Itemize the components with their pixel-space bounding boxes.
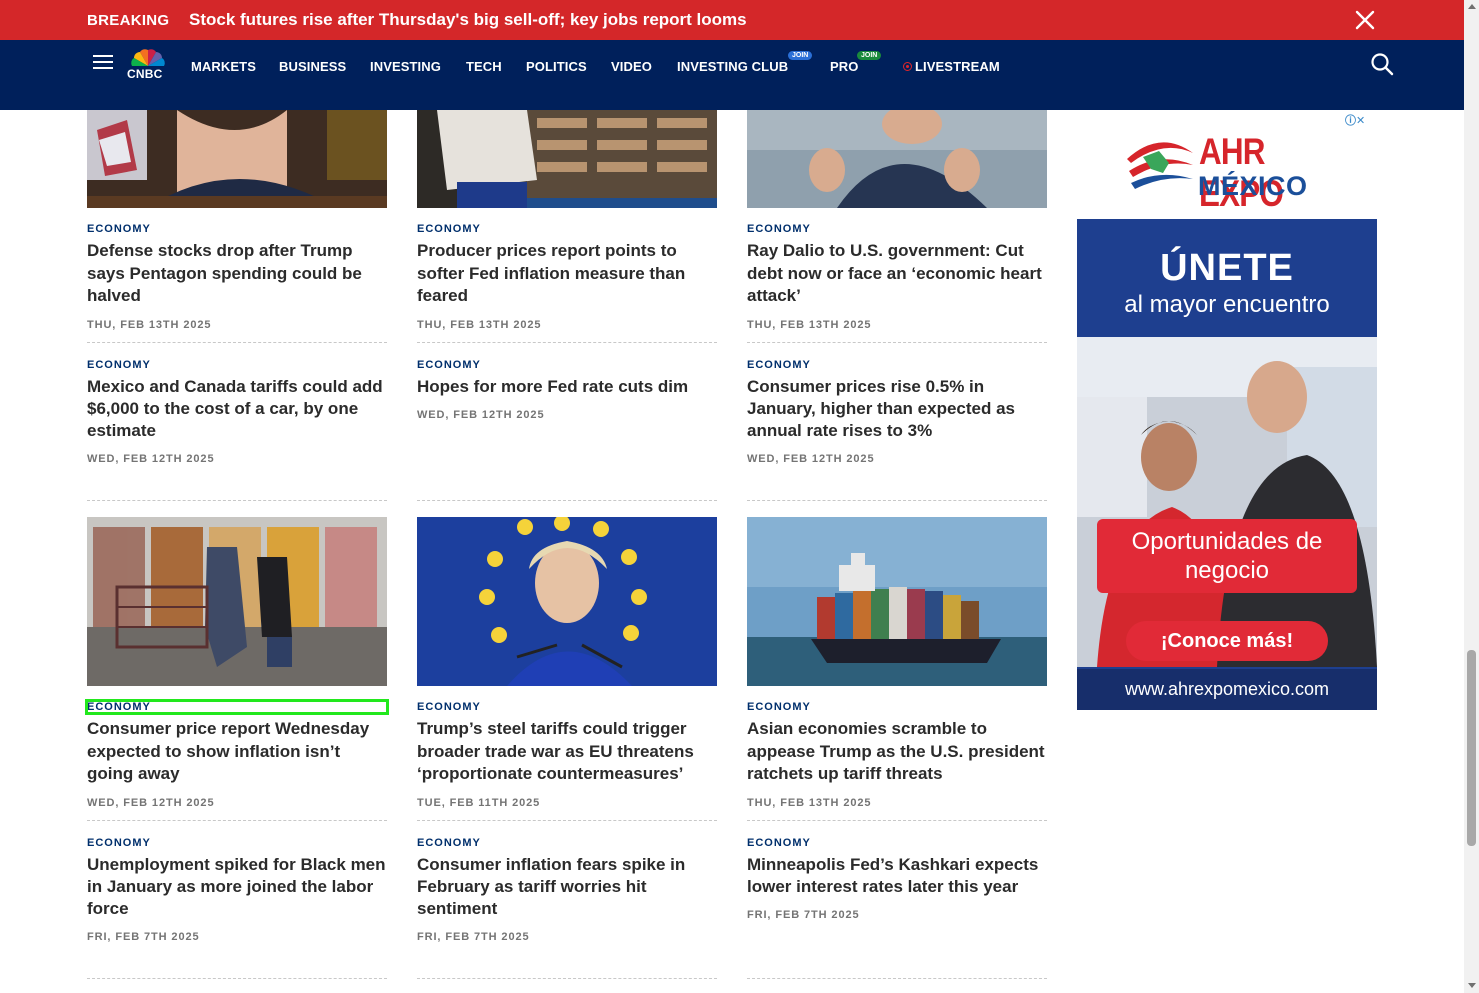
article-date: FRI, FEB 7TH 2025: [417, 931, 530, 943]
article-category-link[interactable]: ECONOMY: [87, 223, 151, 235]
article-headline-link[interactable]: Trump’s steel tariffs could trigger broa…: [417, 718, 719, 786]
ad-url-link[interactable]: www.ahrexpomexico.com: [1077, 669, 1377, 710]
nav-link-tech[interactable]: TECH: [466, 59, 502, 74]
cnbc-wordmark[interactable]: CNBC: [127, 67, 162, 81]
ad-subheadline: al mayor encuentro: [1124, 291, 1330, 318]
page-scrollbar[interactable]: [1464, 0, 1479, 993]
section-divider: [87, 500, 387, 501]
article-date: WED, FEB 12TH 2025: [87, 797, 215, 809]
article-headline-link[interactable]: Producer prices report points to softer …: [417, 240, 719, 308]
article-divider: [747, 820, 1047, 821]
ad-learn-more-button[interactable]: ¡Conoce más!: [1126, 621, 1328, 661]
investing-club-join-badge[interactable]: JOIN: [788, 51, 813, 60]
nav-link-business[interactable]: BUSINESS: [279, 59, 346, 74]
article-divider: [747, 342, 1047, 343]
article-headline-link[interactable]: Hopes for more Fed rate cuts dim: [417, 376, 719, 399]
article-category-link[interactable]: ECONOMY: [747, 701, 811, 713]
nav-link-investing-club[interactable]: INVESTING CLUB: [677, 59, 788, 74]
article-date: WED, FEB 12TH 2025: [87, 453, 215, 465]
section-divider: [87, 978, 387, 979]
article-date: THU, FEB 13TH 2025: [87, 319, 212, 331]
article-headline-link[interactable]: Consumer inflation fears spike in Februa…: [417, 854, 719, 920]
article-category-link[interactable]: ECONOMY: [417, 359, 481, 371]
close-icon[interactable]: [1354, 9, 1376, 31]
pro-join-badge[interactable]: JOIN: [857, 51, 882, 60]
article-divider: [87, 820, 387, 821]
article-thumbnail-von-der-leyen[interactable]: [417, 517, 717, 686]
article-divider: [87, 342, 387, 343]
article-thumbnail-producer-prices[interactable]: [417, 110, 717, 208]
nav-link-politics[interactable]: POLITICS: [526, 59, 587, 74]
article-thumbnail-ray-dalio[interactable]: [747, 110, 1047, 208]
keyboard-focus-outline: [85, 699, 389, 715]
article-headline-link[interactable]: Ray Dalio to U.S. government: Cut debt n…: [747, 240, 1049, 308]
ad-headline: ÚNETE: [1160, 247, 1294, 289]
adchoices-icon[interactable]: ⓘ✕: [1345, 112, 1365, 128]
article-headline-link[interactable]: Asian economies scramble to appease Trum…: [747, 718, 1049, 786]
nav-link-investing[interactable]: INVESTING: [370, 59, 441, 74]
article-date: THU, FEB 13TH 2025: [747, 319, 872, 331]
article-category-link[interactable]: ECONOMY: [87, 359, 151, 371]
section-divider: [747, 500, 1047, 501]
search-icon[interactable]: [1370, 52, 1394, 76]
article-headline-link[interactable]: Minneapolis Fed’s Kashkari expects lower…: [747, 854, 1049, 898]
nav-link-pro[interactable]: PRO: [830, 59, 858, 74]
scroll-down-arrow-icon[interactable]: [1468, 983, 1476, 988]
ahr-expo-logo-icon: [1127, 142, 1193, 189]
article-date: THU, FEB 13TH 2025: [747, 797, 872, 809]
ad-header: ⓘ✕ AHR EXPO MÉXICO: [1077, 111, 1377, 219]
main-navigation: CNBC MARKETS BUSINESS INVESTING TECH POL…: [0, 40, 1464, 110]
article-date: TUE, FEB 11TH 2025: [417, 797, 541, 809]
article-date: WED, FEB 12TH 2025: [747, 453, 875, 465]
section-divider: [417, 978, 717, 979]
article-date: FRI, FEB 7TH 2025: [747, 909, 860, 921]
nav-link-markets[interactable]: MARKETS: [191, 59, 256, 74]
article-date: WED, FEB 12TH 2025: [417, 409, 545, 421]
article-category-link[interactable]: ECONOMY: [747, 359, 811, 371]
article-category-link[interactable]: ECONOMY: [747, 223, 811, 235]
article-date: THU, FEB 13TH 2025: [417, 319, 542, 331]
article-divider: [417, 820, 717, 821]
article-thumbnail-grocery-shoppers[interactable]: [87, 517, 387, 686]
article-headline-link[interactable]: Unemployment spiked for Black men in Jan…: [87, 854, 389, 920]
ad-brand-line2: MÉXICO: [1198, 171, 1308, 201]
section-divider: [747, 978, 1047, 979]
scrollbar-thumb[interactable]: [1467, 650, 1476, 846]
nav-link-video[interactable]: VIDEO: [611, 59, 652, 74]
article-headline-link[interactable]: Consumer prices rise 0.5% in January, hi…: [747, 376, 1049, 442]
live-indicator-icon: [903, 62, 912, 71]
article-category-link[interactable]: ECONOMY: [417, 837, 481, 849]
ad-expo-photo: [1077, 337, 1377, 667]
article-thumbnail-cargo-ship[interactable]: [747, 517, 1047, 686]
article-category-link[interactable]: ECONOMY: [417, 223, 481, 235]
section-divider: [417, 500, 717, 501]
scroll-up-arrow-icon[interactable]: [1468, 4, 1476, 9]
article-headline-link[interactable]: Mexico and Canada tariffs could add $6,0…: [87, 376, 389, 442]
hamburger-menu-icon[interactable]: [93, 55, 113, 71]
article-headline-link[interactable]: Consumer price report Wednesday expected…: [87, 718, 389, 786]
breaking-news-bar: BREAKING Stock futures rise after Thursd…: [0, 0, 1464, 40]
article-category-link[interactable]: ECONOMY: [417, 701, 481, 713]
ad-body: ÚNETE al mayor encuentro Oportunidades d…: [1077, 219, 1377, 710]
breaking-tag: BREAKING: [87, 12, 170, 29]
article-divider: [417, 342, 717, 343]
nav-link-livestream[interactable]: LIVESTREAM: [915, 59, 1000, 74]
advertisement-banner[interactable]: ⓘ✕ AHR EXPO MÉXICO ÚNETE al mayor encuen…: [1077, 111, 1377, 710]
article-date: FRI, FEB 7TH 2025: [87, 931, 200, 943]
article-category-link[interactable]: ECONOMY: [87, 837, 151, 849]
article-category-link[interactable]: ECONOMY: [747, 837, 811, 849]
ad-opportunities-banner[interactable]: Oportunidades de negocio: [1097, 519, 1357, 593]
breaking-headline-link[interactable]: Stock futures rise after Thursday's big …: [189, 10, 747, 30]
article-thumbnail-trump[interactable]: [87, 110, 387, 208]
article-headline-link[interactable]: Defense stocks drop after Trump says Pen…: [87, 240, 389, 308]
